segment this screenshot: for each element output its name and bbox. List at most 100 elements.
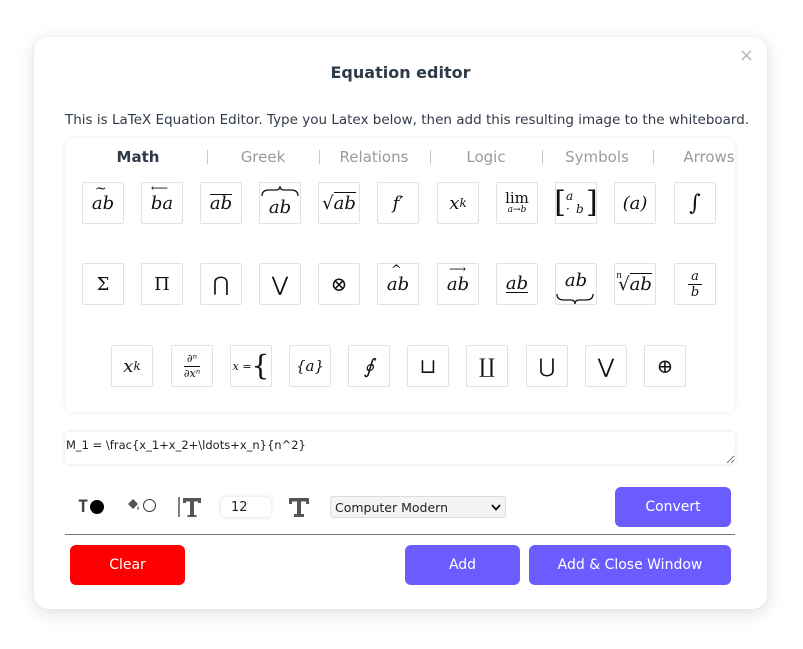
bigvee-icon: ⋁	[271, 272, 289, 296]
tilde-accent-button[interactable]: ~ ab	[82, 181, 124, 224]
vee-icon: ⋁	[597, 354, 615, 378]
product-button[interactable]: Π	[141, 263, 183, 305]
symbol-text: ab	[268, 196, 292, 218]
oplus-icon: ⊕	[656, 354, 674, 378]
font-size-icon	[177, 495, 203, 519]
bigcup-button[interactable]: ⋃	[526, 345, 568, 387]
equation-editor-dialog: × Equation editor This is LaTeX Equation…	[34, 37, 767, 609]
dialog-description: This is LaTeX Equation Editor. Type you …	[65, 112, 750, 128]
tab-separator	[653, 150, 654, 164]
subscript-button[interactable]: xk	[111, 345, 153, 387]
set-braces-button[interactable]: {a}	[289, 345, 331, 387]
dialog-title: Equation editor	[330, 63, 471, 82]
overline-button[interactable]: ab	[200, 182, 242, 224]
vector-button[interactable]: ⟶ ab	[437, 262, 479, 305]
sum-button[interactable]: Σ	[82, 263, 124, 305]
product-icon: Π	[154, 273, 170, 295]
limit-button[interactable]: lim a→b	[496, 182, 538, 224]
symbol-text: x	[123, 355, 134, 377]
font-family-icon	[288, 496, 310, 518]
integral-icon: ∫	[689, 190, 701, 216]
overbrace-icon	[261, 185, 299, 196]
symbol-text: {a}	[295, 357, 325, 375]
font-size-input[interactable]	[221, 497, 271, 517]
sqrt-button[interactable]: √ ab	[318, 182, 360, 224]
tab-separator	[207, 150, 208, 164]
superscript-button[interactable]: xk	[437, 182, 479, 224]
coproduct-button[interactable]: ∐	[466, 345, 508, 387]
prime-button[interactable]: f′	[377, 182, 419, 224]
coproduct-icon: ∐	[479, 354, 495, 378]
symbol-tabs: Math Greek Relations Logic Symbols Arrow…	[65, 146, 735, 168]
chevron-down-icon	[491, 503, 501, 511]
bigcap-icon: ⋂	[212, 272, 230, 296]
partial-derivative-button[interactable]: ∂ⁿ ∂xⁿ	[171, 345, 213, 387]
fill-color-swatch	[143, 498, 156, 512]
text-color-swatch	[90, 500, 105, 514]
bigcup-icon: ⋃	[538, 354, 556, 378]
text-color-icon: T	[78, 497, 89, 517]
underbrace-button[interactable]: ab	[555, 263, 597, 305]
symbol-text: ∂xⁿ	[183, 366, 201, 380]
text-color-picker[interactable]: T	[78, 497, 105, 517]
symbol-text: k	[133, 359, 141, 373]
sqcup-button[interactable]: ⊔	[407, 345, 449, 387]
latex-input[interactable]	[65, 432, 735, 464]
fill-color-picker[interactable]	[126, 497, 156, 513]
symbol-text: n	[616, 271, 622, 281]
symbol-text: a	[688, 270, 702, 285]
symbol-text: k	[459, 196, 467, 210]
symbol-text: ∂ⁿ	[183, 353, 201, 367]
paint-bucket-icon	[128, 499, 139, 510]
symbol-text: b	[690, 284, 700, 300]
symbol-text: ab	[209, 192, 233, 214]
divider	[65, 534, 735, 535]
tab-logic[interactable]: Logic	[441, 146, 531, 168]
contour-integral-button[interactable]: ∮	[348, 345, 390, 387]
tab-separator	[430, 150, 431, 164]
overbrace-button[interactable]: ab	[259, 182, 301, 224]
underbrace-icon	[556, 293, 594, 304]
symbol-text: ab	[564, 269, 588, 291]
tab-separator	[319, 150, 320, 164]
sum-icon: Σ	[96, 273, 110, 295]
cases-button[interactable]: x = {	[230, 345, 272, 387]
symbol-text: f′	[392, 192, 404, 214]
oplus-button[interactable]: ⊕	[644, 345, 686, 387]
clear-button[interactable]: Clear	[70, 545, 185, 585]
tab-separator	[542, 150, 543, 164]
symbol-text: (a)	[622, 192, 648, 214]
underline-button[interactable]: ab	[496, 263, 538, 305]
tab-greek[interactable]: Greek	[218, 146, 308, 168]
matrix-button[interactable]: [ a · b ]	[554, 182, 598, 224]
parentheses-button[interactable]: (a)	[614, 182, 656, 224]
overleftarrow-button[interactable]: ⟵ ba	[141, 181, 183, 224]
bigvee-button[interactable]: ⋁	[259, 263, 301, 305]
symbol-text: ba	[150, 192, 174, 214]
vee-button[interactable]: ⋁	[585, 345, 627, 387]
font-family-value: Computer Modern	[335, 499, 449, 515]
integral-button[interactable]: ∫	[674, 182, 716, 224]
bigcap-button[interactable]: ⋂	[200, 263, 242, 305]
otimes-button[interactable]: ⊗	[318, 263, 360, 305]
symbol-text: ab	[629, 273, 652, 295]
tab-math[interactable]: Math	[93, 146, 183, 168]
symbol-text: a→b	[507, 205, 527, 215]
fraction-button[interactable]: a b	[674, 263, 716, 305]
symbol-text: ·	[566, 202, 570, 216]
add-button[interactable]: Add	[405, 545, 520, 585]
nth-root-button[interactable]: n √ ab	[614, 263, 656, 305]
symbol-text: b	[576, 202, 584, 216]
otimes-icon: ⊗	[330, 272, 348, 296]
sqcup-icon: ⊔	[419, 354, 437, 378]
symbol-text: ab	[333, 192, 356, 214]
symbol-text: x	[449, 192, 460, 214]
hat-accent-button[interactable]: ^ ab	[377, 263, 419, 305]
add-close-window-button[interactable]: Add & Close Window	[529, 545, 731, 585]
font-family-select[interactable]: Computer Modern	[330, 496, 506, 518]
symbol-text: ab	[505, 272, 529, 294]
tab-relations[interactable]: Relations	[329, 146, 419, 168]
convert-button[interactable]: Convert	[615, 487, 731, 527]
tab-arrows[interactable]: Arrows	[664, 146, 754, 168]
tab-symbols[interactable]: Symbols	[552, 146, 642, 168]
